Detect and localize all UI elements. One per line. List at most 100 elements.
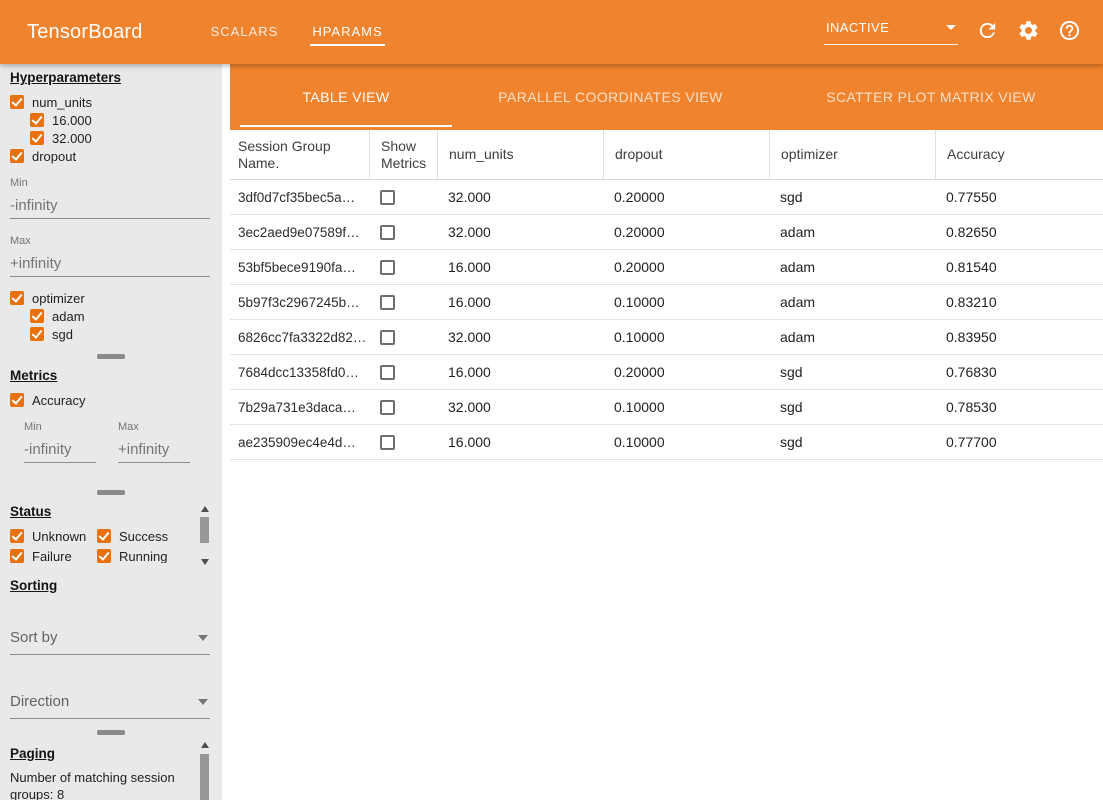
- accuracy-cell: 0.82650: [935, 224, 1103, 240]
- dropout-checkbox[interactable]: [10, 149, 24, 163]
- status-running-label: Running: [119, 549, 167, 564]
- optimizer-adam-checkbox[interactable]: [30, 309, 44, 323]
- status-unknown-checkbox[interactable]: [10, 529, 24, 543]
- tab-scatter-plot-matrix-view[interactable]: SCATTER PLOT MATRIX VIEW: [759, 64, 1103, 130]
- show-metrics-checkbox[interactable]: [380, 435, 395, 450]
- show-metrics-cell: [369, 330, 437, 345]
- chevron-down-icon: [946, 25, 956, 30]
- show-metrics-checkbox[interactable]: [380, 225, 395, 240]
- status-option-success: Success: [97, 527, 184, 545]
- table-row: 6826cc7fa3322d82… 32.000 0.10000 adam 0.…: [230, 320, 1103, 355]
- table-row: 53bf5bece9190fa… 16.000 0.20000 adam 0.8…: [230, 250, 1103, 285]
- table-row: ae235909ec4e4d… 16.000 0.10000 sgd 0.777…: [230, 425, 1103, 460]
- accuracy-cell: 0.77700: [935, 434, 1103, 450]
- sort-by-select[interactable]: Sort by: [10, 629, 210, 655]
- hyperparameters-section: Hyperparameters num_units 16.000 32.000 …: [0, 64, 222, 351]
- session-group-name: 3ec2aed9e07589f…: [230, 225, 369, 240]
- dropout-max-input[interactable]: [10, 251, 210, 277]
- optimizer-sgd-checkbox[interactable]: [30, 327, 44, 341]
- show-metrics-checkbox[interactable]: [380, 400, 395, 415]
- tab-parallel-coordinates-view[interactable]: PARALLEL COORDINATES VIEW: [462, 64, 759, 130]
- session-group-name: 3df0d7cf35bec5a…: [230, 190, 369, 205]
- scroll-down-icon[interactable]: [201, 559, 209, 565]
- paging-heading: Paging: [10, 746, 212, 761]
- scrollbar-thumb[interactable]: [200, 754, 209, 800]
- dropout-min-input[interactable]: [10, 193, 210, 219]
- show-metrics-checkbox[interactable]: [380, 330, 395, 345]
- reload-interval-select[interactable]: INACTIVE: [824, 20, 958, 45]
- status-success-checkbox[interactable]: [97, 529, 111, 543]
- show-metrics-cell: [369, 225, 437, 240]
- sorting-heading: Sorting: [10, 578, 212, 593]
- status-heading: Status: [10, 504, 212, 519]
- show-metrics-checkbox[interactable]: [380, 260, 395, 275]
- accuracy-minmax-labels: Min Max: [10, 409, 212, 435]
- scroll-up-icon[interactable]: [201, 506, 209, 512]
- status-success-label: Success: [119, 529, 168, 544]
- settings-button[interactable]: [1016, 20, 1040, 44]
- num-units-checkbox[interactable]: [10, 95, 24, 109]
- col-header-dropout: dropout: [603, 130, 769, 179]
- show-metrics-cell: [369, 365, 437, 380]
- scrollbar-thumb[interactable]: [200, 517, 209, 543]
- status-section: Status Unknown Success Failure: [0, 498, 222, 568]
- help-button[interactable]: [1057, 20, 1081, 44]
- show-metrics-checkbox[interactable]: [380, 190, 395, 205]
- num-units-cell: 16.000: [437, 259, 603, 275]
- status-option-unknown: Unknown: [10, 527, 97, 545]
- hparam-optimizer-row: optimizer: [10, 289, 212, 307]
- col-header-num-units: num_units: [437, 130, 603, 179]
- scroll-up-icon[interactable]: [201, 742, 209, 748]
- sort-by-value: Sort by: [10, 629, 58, 646]
- sorting-section: Sorting Sort by Direction: [0, 568, 222, 727]
- tab-scalars[interactable]: SCALARS: [209, 19, 281, 46]
- optimizer-cell: adam: [769, 224, 935, 240]
- paging-section: Paging Number of matching session groups…: [0, 738, 222, 800]
- matching-groups-text: Number of matching session groups: 8: [10, 769, 202, 800]
- session-group-name: 6826cc7fa3322d82…: [230, 330, 369, 345]
- num-units-16-checkbox[interactable]: [30, 113, 44, 127]
- num-units-cell: 16.000: [437, 434, 603, 450]
- table-row: 3ec2aed9e07589f… 32.000 0.20000 adam 0.8…: [230, 215, 1103, 250]
- section-resize-handle[interactable]: [97, 354, 125, 359]
- tab-hparams[interactable]: HPARAMS: [310, 19, 384, 46]
- direction-select[interactable]: Direction: [10, 693, 210, 719]
- status-failure-checkbox[interactable]: [10, 549, 24, 563]
- refresh-icon: [976, 19, 999, 45]
- accuracy-max-input[interactable]: [118, 437, 190, 463]
- show-metrics-checkbox[interactable]: [380, 295, 395, 310]
- table-row: 3df0d7cf35bec5a… 32.000 0.20000 sgd 0.77…: [230, 180, 1103, 215]
- optimizer-cell: sgd: [769, 189, 935, 205]
- optimizer-adam-label: adam: [52, 309, 85, 324]
- section-resize-handle[interactable]: [97, 490, 125, 495]
- accuracy-cell: 0.78530: [935, 399, 1103, 415]
- status-options: Unknown Success Failure Running: [10, 527, 190, 563]
- status-failure-label: Failure: [32, 549, 72, 564]
- optimizer-value-row: adam: [10, 307, 212, 325]
- accuracy-min-input[interactable]: [24, 437, 96, 463]
- accuracy-cell: 0.81540: [935, 259, 1103, 275]
- optimizer-cell: sgd: [769, 434, 935, 450]
- table-header-row: Session Group Name. Show Metrics num_uni…: [230, 130, 1103, 180]
- num-units-cell: 32.000: [437, 329, 603, 345]
- optimizer-cell: adam: [769, 259, 935, 275]
- dropout-cell: 0.20000: [603, 224, 769, 240]
- session-group-name: 53bf5bece9190fa…: [230, 260, 369, 275]
- dropout-cell: 0.20000: [603, 189, 769, 205]
- accuracy-checkbox[interactable]: [10, 393, 24, 407]
- sidebar-resize-gutter[interactable]: [222, 64, 230, 800]
- col-header-session-group-name: Session Group Name.: [230, 130, 369, 179]
- num-units-cell: 32.000: [437, 189, 603, 205]
- show-metrics-checkbox[interactable]: [380, 365, 395, 380]
- section-resize-handle[interactable]: [97, 730, 125, 735]
- refresh-button[interactable]: [975, 20, 999, 44]
- hyperparameters-heading: Hyperparameters: [10, 70, 212, 85]
- dropout-cell: 0.10000: [603, 399, 769, 415]
- tab-table-view[interactable]: TABLE VIEW: [230, 64, 462, 130]
- col-header-accuracy: Accuracy: [935, 130, 1103, 179]
- num-units-32-checkbox[interactable]: [30, 131, 44, 145]
- optimizer-checkbox[interactable]: [10, 291, 24, 305]
- accuracy-cell: 0.77550: [935, 189, 1103, 205]
- col-header-show-metrics: Show Metrics: [369, 130, 437, 179]
- status-running-checkbox[interactable]: [97, 549, 111, 563]
